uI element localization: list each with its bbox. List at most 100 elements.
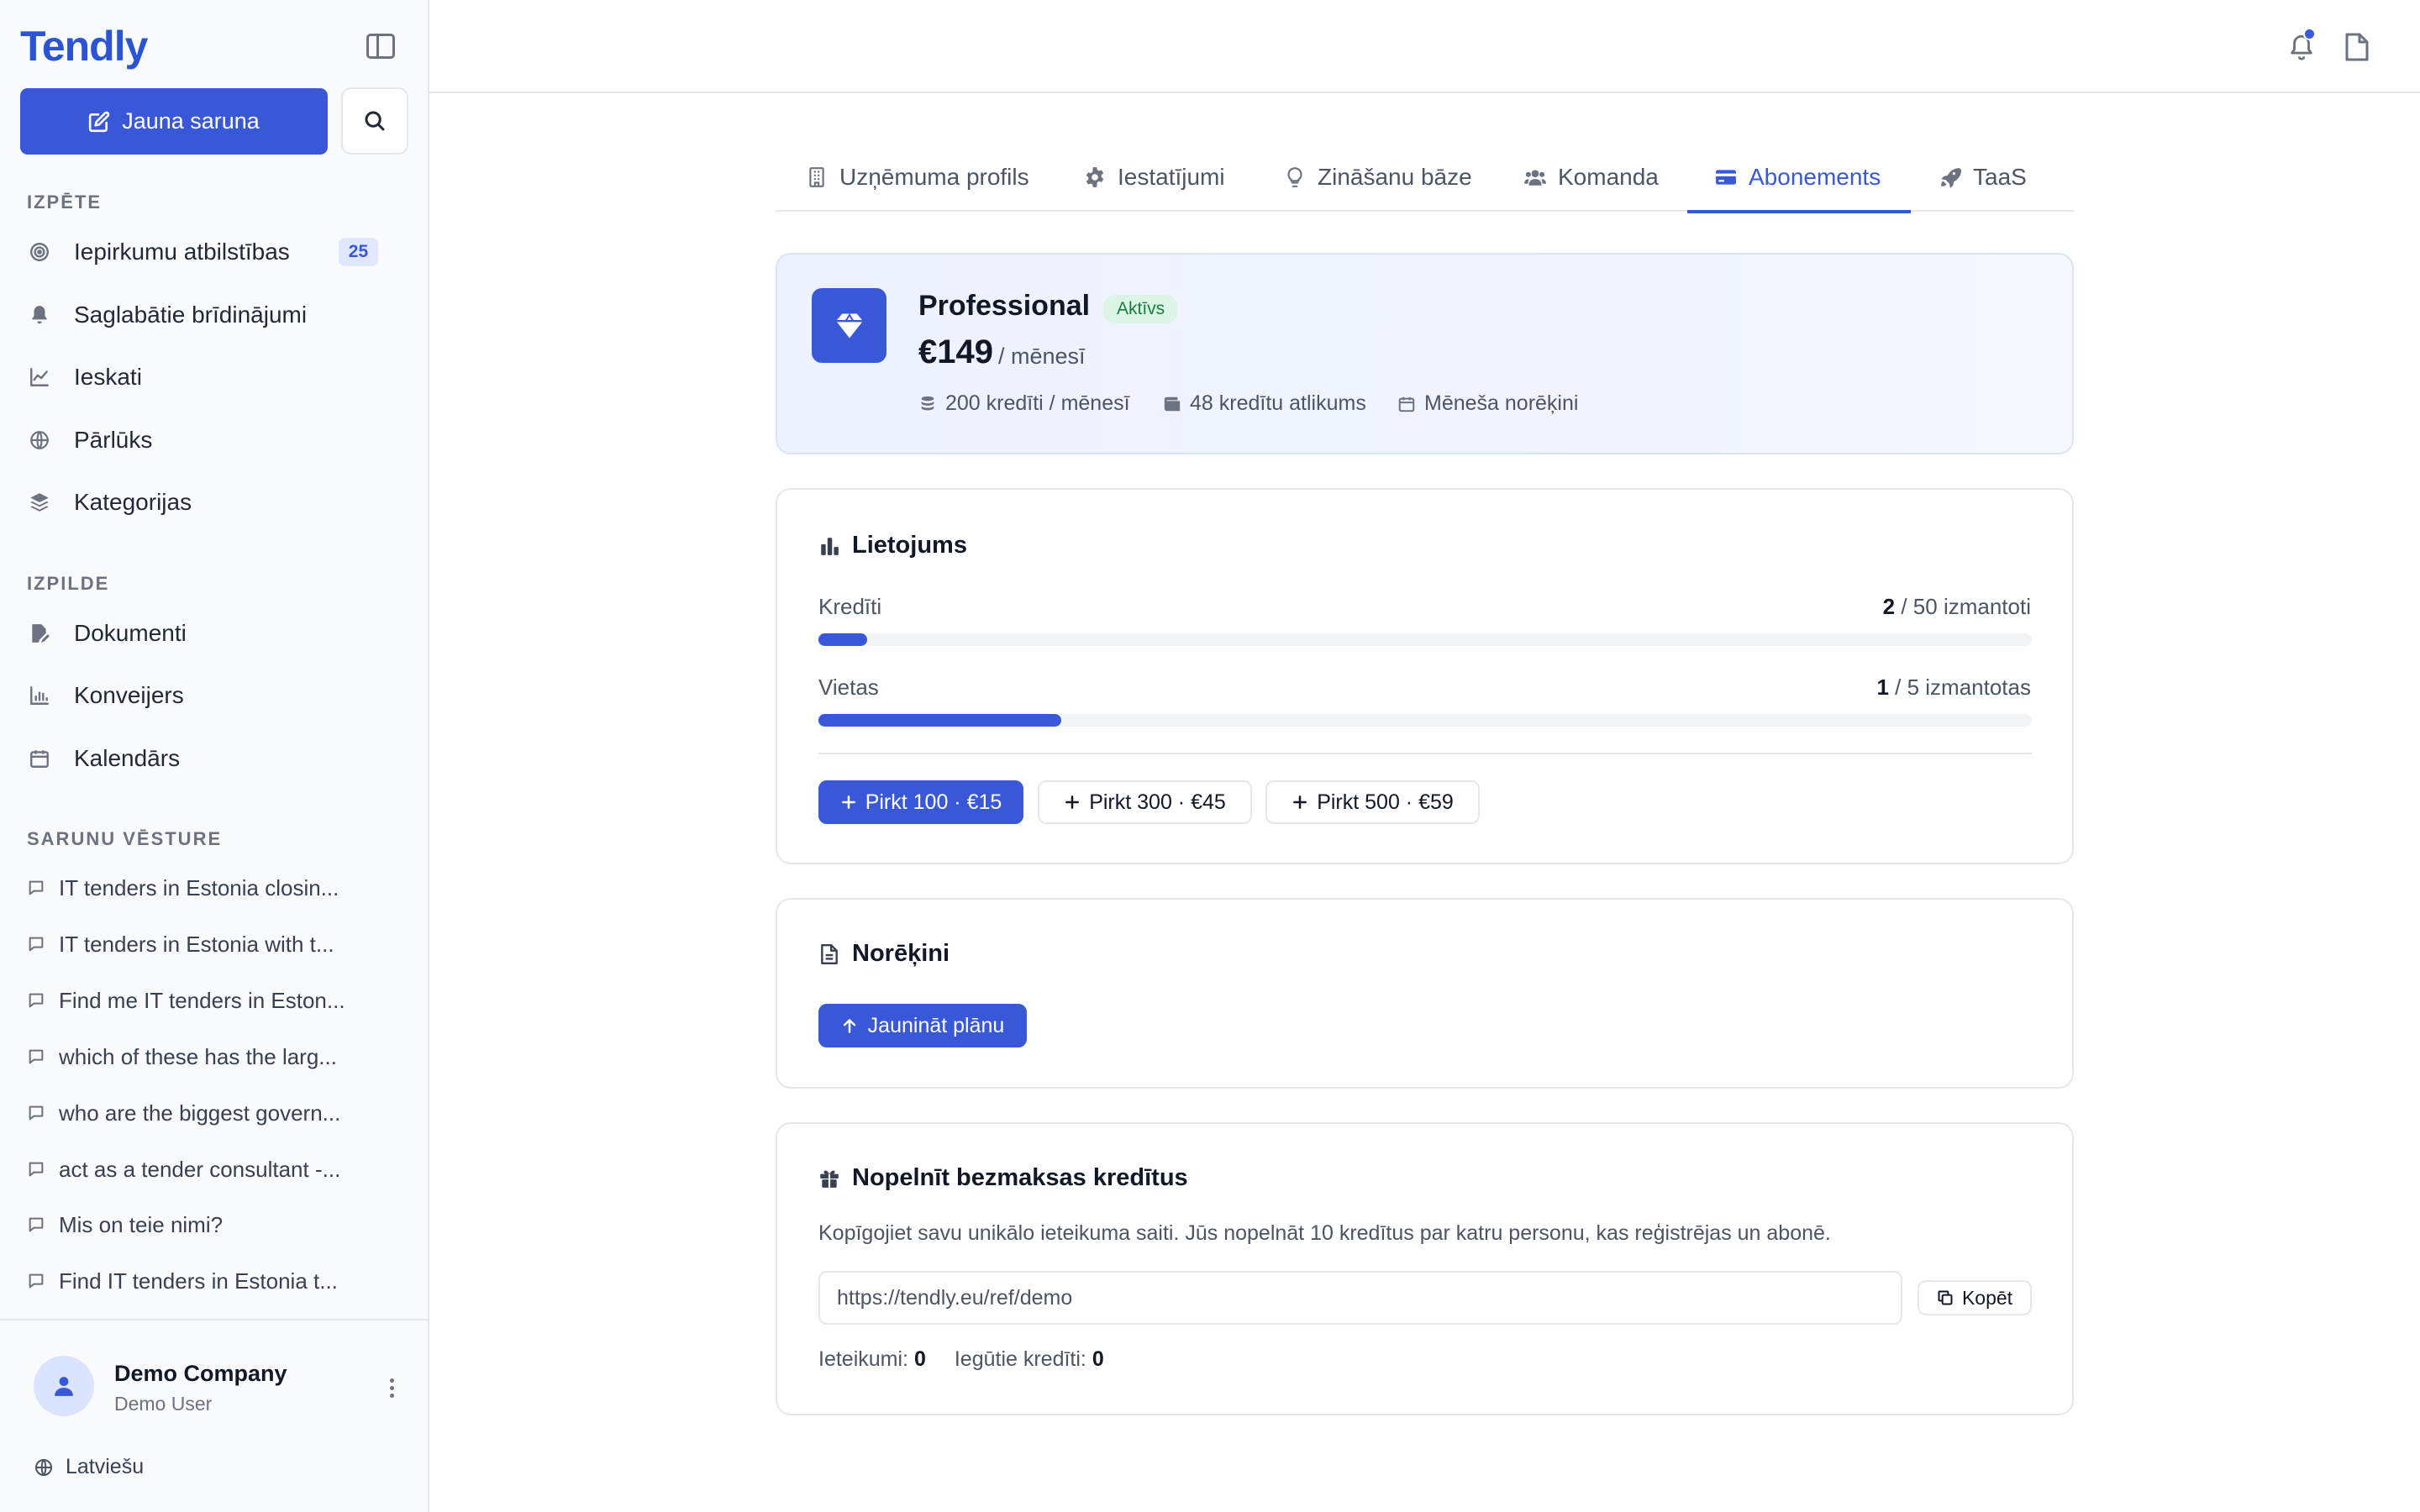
sidebar-item-label: Konveijers [74,682,184,708]
plus-icon [1065,795,1080,809]
chat-bubble-icon [29,1049,44,1064]
settings-tabs: Uzņēmuma profils Iestatījumi Zināšanu bā… [776,143,2074,213]
avatar[interactable] [34,1356,94,1416]
tab-label: Abonements [1749,164,1881,190]
sidebar-item-saved-alerts[interactable]: Saglabātie brīdinājumi [27,291,397,339]
billing-card: Norēķini Jaunināt plānu [776,898,2074,1089]
history-item[interactable]: which of these has the larg... [27,1036,380,1078]
document-icon[interactable] [2344,32,2370,62]
plus-icon [1293,795,1307,809]
tab-company-profile[interactable]: Uzņēmuma profils [806,143,1029,212]
more-options-icon[interactable] [383,1371,400,1404]
history-item[interactable]: Find IT tenders in Estonia t... [27,1260,380,1302]
history-item-label: IT tenders in Estonia closin... [59,874,339,900]
sidebar-item-label: Iepirkumu atbilstības [74,239,290,265]
earned-credits-stat: Iegūtie kredīti: 0 [955,1347,1104,1372]
bar-chart-icon [821,537,839,555]
earned-credits-value: 0 [1092,1347,1104,1371]
count-badge: 25 [338,238,379,266]
buy-300-credits-button[interactable]: Pirkt 300 · €45 [1038,780,1252,824]
billing-title-label: Norēķini [852,940,950,967]
layers-icon [27,490,52,515]
gear-icon [1086,167,1104,187]
history-item[interactable]: act as a tender consultant -... [27,1148,380,1190]
search-icon [365,111,385,131]
tab-knowledge-base[interactable]: Zināšanu bāze [1284,143,1472,212]
history-item[interactable]: IT tenders in Estonia with t... [27,923,380,965]
seats-progress-fill [818,714,1061,727]
sidebar-item-label: Kategorijas [74,489,192,515]
sidebar-item-pipeline[interactable]: Konveijers [27,671,397,720]
new-chat-label: Jauna saruna [122,108,260,134]
referral-title: Nopelnīt bezmaksas kredītus [818,1164,1188,1192]
chat-bubble-icon [29,993,44,1008]
referrals-value: 0 [913,1347,926,1371]
section-label-history: SARUNU VĒSTURE [27,828,223,849]
history-item-label: Mis on teie nimi? [59,1211,224,1237]
bar-chart-icon [27,683,52,708]
plan-meta-balance: 48 kredītu atlikums [1163,391,1366,416]
history-item[interactable]: who are the biggest govern... [27,1092,380,1134]
sidebar-item-insights[interactable]: Ieskati [27,353,397,402]
plan-meta-label: 200 kredīti / mēnesī [945,391,1130,415]
credits-progress [818,633,2032,646]
sidebar-toggle-icon[interactable] [366,34,395,59]
sidebar-item-label: Pārlūks [74,427,153,453]
company-name: Demo Company [114,1361,287,1386]
referrals-label: Ieteikumi: [818,1347,908,1371]
history-item-label: act as a tender consultant -... [59,1156,341,1182]
sidebar-item-label: Dokumenti [74,620,187,646]
calendar-icon [27,746,52,771]
credits-label: Kredīti [818,594,882,619]
users-icon [1524,170,1546,186]
billing-title: Norēķini [818,940,950,968]
referral-link-input[interactable] [818,1271,1902,1325]
sidebar-item-categories[interactable]: Kategorijas [27,478,397,527]
referral-title-label: Nopelnīt bezmaksas kredītus [852,1164,1188,1191]
tab-settings[interactable]: Iestatījumi [1084,143,1225,212]
user-icon [55,1377,73,1396]
logo[interactable]: Tendly [20,22,148,71]
copy-link-label: Kopēt [1961,1286,2013,1309]
building-icon [809,167,824,187]
chart-line-icon [27,365,52,390]
history-item[interactable]: Find me IT tenders in Eston... [27,979,380,1021]
upgrade-plan-label: Jaunināt plānu [867,1013,1005,1037]
sidebar-footer: Demo Company Demo User Latviešu [0,1319,428,1512]
buy-button-label: Pirkt 300 · €45 [1089,790,1226,814]
sidebar-item-matches[interactable]: Iepirkumu atbilstības 25 [27,228,397,276]
tab-label: Zināšanu bāze [1318,164,1472,190]
plan-meta-label: Mēneša norēķini [1424,391,1579,415]
upgrade-plan-button[interactable]: Jaunināt plānu [818,1004,1027,1047]
buy-button-label: Pirkt 100 · €15 [865,790,1002,814]
history-item[interactable]: Mis on teie nimi? [27,1204,380,1246]
earned-credits-label: Iegūtie kredīti: [954,1347,1086,1371]
history-item[interactable]: IT tenders in Estonia closin... [27,867,380,909]
referrals-stat: Ieteikumi: 0 [818,1347,926,1372]
sidebar-item-browser[interactable]: Pārlūks [27,416,397,465]
sidebar-item-documents[interactable]: Dokumenti [27,609,397,658]
buy-500-credits-button[interactable]: Pirkt 500 · €59 [1265,780,1480,824]
chat-bubble-icon [29,937,44,952]
tab-subscription[interactable]: Abonements [1687,143,1911,213]
top-bar [429,0,2420,93]
language-switcher[interactable]: Latviešu [34,1455,144,1479]
search-button[interactable] [341,87,408,155]
calendar-icon [1398,396,1415,412]
plan-period: / mēnesī [998,344,1086,369]
usage-card: Lietojums Kredīti 2 / 50 izmantoti Vieta… [776,488,2074,864]
arrow-up-icon [843,1019,855,1033]
copy-link-button[interactable]: Kopēt [1918,1280,2032,1315]
language-label: Latviešu [66,1455,145,1478]
tab-taas[interactable]: TaaS [1939,143,2027,212]
history-item-label: Find IT tenders in Estonia t... [59,1268,338,1294]
plan-meta-billing: Mēneša norēķini [1397,391,1578,416]
coins-icon [921,396,934,410]
tab-label: Uzņēmuma profils [839,164,1029,190]
sidebar-item-calendar[interactable]: Kalendārs [27,734,397,783]
credit-card-icon [1716,170,1736,185]
tab-team[interactable]: Komanda [1524,143,1659,212]
buy-100-credits-button[interactable]: Pirkt 100 · €15 [818,780,1023,824]
new-chat-button[interactable]: Jauna saruna [20,88,328,155]
notification-dot [2303,28,2316,40]
